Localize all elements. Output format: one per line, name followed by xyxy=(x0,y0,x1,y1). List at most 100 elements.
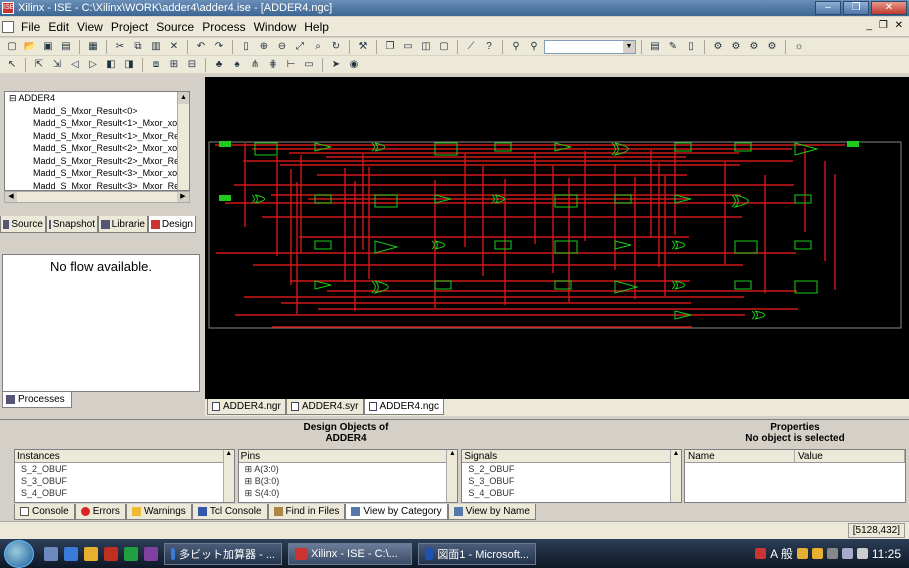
tab-snapshot[interactable]: Snapshot xyxy=(46,216,98,233)
list-item[interactable]: S_4_OBUF xyxy=(462,487,681,499)
zoom-area-icon[interactable]: ⌕ xyxy=(310,39,326,54)
signals-list[interactable]: Signals S_2_OBUF S_3_OBUF S_4_OBUF ▲ xyxy=(461,449,683,503)
expand-icon[interactable]: ⊞ xyxy=(166,57,182,72)
task-word[interactable]: 図面1 - Microsoft... xyxy=(418,542,536,565)
bus-icon[interactable]: ⋔ xyxy=(247,57,263,72)
tree-item[interactable]: Madd_S_Mxor_Result<2>_Mxor_xor xyxy=(5,142,189,155)
ie-icon[interactable] xyxy=(64,546,78,561)
tree-item[interactable]: Madd_S_Mxor_Result<1>_Mxor_xor xyxy=(5,117,189,130)
tree-item[interactable]: Madd_S_Mxor_Result<3>_Mxor_Res xyxy=(5,180,189,191)
folder-icon[interactable] xyxy=(84,546,98,561)
start-button[interactable] xyxy=(4,539,34,568)
zoom-fit-icon[interactable]: ⤢ xyxy=(292,39,308,54)
tray-app-icon[interactable] xyxy=(811,548,823,559)
tab-adder4-ngr[interactable]: ADDER4.ngr xyxy=(207,399,286,415)
print-icon[interactable]: ▦ xyxy=(85,39,101,54)
menu-process[interactable]: Process xyxy=(198,20,249,34)
maximize-button[interactable]: ❐ xyxy=(843,1,869,15)
tree-item[interactable]: Madd_S_Mxor_Result<3>_Mxor_xor xyxy=(5,167,189,180)
tile-h-icon[interactable]: ▭ xyxy=(400,39,416,54)
prop-icon[interactable]: ▤ xyxy=(647,39,663,54)
tab-console[interactable]: Console xyxy=(14,504,75,520)
tree-root-adder4[interactable]: ⊟ ADDER4 xyxy=(5,92,189,105)
cascade-icon[interactable]: ❐ xyxy=(382,39,398,54)
tree-item[interactable]: Madd_S_Mxor_Result<0> xyxy=(5,105,189,118)
wire-icon[interactable]: ⟋ xyxy=(463,39,479,54)
work-icon[interactable] xyxy=(104,546,118,561)
tab-libraries[interactable]: Librarie xyxy=(98,216,148,233)
doc-icon[interactable]: ▯ xyxy=(238,39,254,54)
tile-v-icon[interactable]: ◫ xyxy=(418,39,434,54)
minimize-button[interactable]: – xyxy=(815,1,841,15)
tree-item[interactable]: Madd_S_Mxor_Result<1>_Mxor_Res xyxy=(5,130,189,143)
menu-project[interactable]: Project xyxy=(107,20,152,34)
tab-adder4-ngc[interactable]: ADDER4.ngc xyxy=(363,399,444,415)
undo-icon[interactable]: ↶ xyxy=(193,39,209,54)
select-icon[interactable]: ↖ xyxy=(4,57,20,72)
pins-scrollbar[interactable]: ▲ xyxy=(446,450,458,502)
new-icon[interactable]: ▢ xyxy=(4,39,20,54)
instances-scrollbar[interactable]: ▲ xyxy=(222,450,234,502)
antivirus-icon[interactable] xyxy=(755,548,767,559)
cut-icon[interactable]: ✂ xyxy=(112,39,128,54)
scroll-left-icon[interactable]: ◀ xyxy=(5,192,17,202)
tab-errors[interactable]: Errors xyxy=(74,504,126,520)
tab-adder4-syr[interactable]: ADDER4.syr xyxy=(285,399,364,415)
box-icon[interactable]: ▭ xyxy=(301,57,317,72)
tree-vertical-scrollbar[interactable]: ▲ xyxy=(177,92,189,190)
zoom-out-icon[interactable]: ⊖ xyxy=(274,39,290,54)
schematic-drawing[interactable] xyxy=(205,77,909,399)
properties-value-header[interactable]: Value xyxy=(795,450,905,462)
pop-icon[interactable]: ⇲ xyxy=(49,57,65,72)
close-button[interactable]: ✕ xyxy=(871,1,907,15)
list-item[interactable]: S_2_OBUF xyxy=(15,463,234,475)
redo-icon[interactable]: ↷ xyxy=(211,39,227,54)
search-combo[interactable]: ▼ xyxy=(544,39,636,54)
menu-help[interactable]: Help xyxy=(300,20,333,34)
scroll-up-icon[interactable]: ▲ xyxy=(178,92,189,104)
chevron-down-icon[interactable]: ▼ xyxy=(623,40,635,53)
list-item[interactable]: S_4_OBUF xyxy=(15,487,234,499)
pin-icon[interactable]: ⊢ xyxy=(283,57,299,72)
tree2-icon[interactable]: ♠ xyxy=(229,57,245,72)
list-item[interactable]: S_3_OBUF xyxy=(15,475,234,487)
save-all-icon[interactable]: ▤ xyxy=(58,39,74,54)
menu-source[interactable]: Source xyxy=(152,20,198,34)
window-icon[interactable]: ▢ xyxy=(436,39,452,54)
tab-warnings[interactable]: Warnings xyxy=(125,504,192,520)
doc2-icon[interactable]: ▯ xyxy=(683,39,699,54)
menu-edit[interactable]: Edit xyxy=(44,20,73,34)
task-xilinx[interactable]: Xilinx - ISE - C:\... xyxy=(288,542,412,565)
task-browser[interactable]: 多ビット加算器 - ... xyxy=(164,542,282,565)
pins-list[interactable]: Pins ⊞ A(3:0) ⊞ B(3:0) ⊞ S(4:0) ▲ xyxy=(237,449,459,503)
list-item[interactable]: S_2_OBUF xyxy=(462,463,681,475)
tray-app-icon[interactable] xyxy=(796,548,808,559)
volume-icon[interactable] xyxy=(856,548,868,559)
signals-scrollbar[interactable]: ▲ xyxy=(670,450,682,502)
back-icon[interactable]: ◁ xyxy=(67,57,83,72)
next-icon[interactable]: ◨ xyxy=(121,57,137,72)
delete-icon[interactable]: ✕ xyxy=(166,39,182,54)
instances-list[interactable]: Instances S_2_OBUF S_3_OBUF S_4_OBUF ▲ xyxy=(14,449,235,503)
find-icon[interactable]: ⚲ xyxy=(508,39,524,54)
menu-file[interactable]: File xyxy=(17,20,44,34)
fwd-icon[interactable]: ▷ xyxy=(85,57,101,72)
run-icon[interactable]: ➤ xyxy=(328,57,344,72)
gear-icon[interactable]: ⚙ xyxy=(710,39,726,54)
menu-view[interactable]: View xyxy=(73,20,107,34)
zoom-in-icon[interactable]: ⊕ xyxy=(256,39,272,54)
list-item[interactable]: ⊞ S(4:0) xyxy=(239,487,458,499)
edit-icon[interactable]: ✎ xyxy=(665,39,681,54)
media-icon[interactable] xyxy=(144,546,158,561)
paste-icon[interactable]: ▥ xyxy=(148,39,164,54)
find-next-icon[interactable]: ⚲ xyxy=(526,39,542,54)
tree-horizontal-scrollbar[interactable]: ◀ ▶ xyxy=(4,191,190,203)
mdi-controls[interactable]: _ ❐ ✕ xyxy=(867,20,905,31)
list-item[interactable]: S_3_OBUF xyxy=(462,475,681,487)
properties-name-header[interactable]: Name xyxy=(685,450,795,462)
gear4-icon[interactable]: ⚙ xyxy=(764,39,780,54)
gear3-icon[interactable]: ⚙ xyxy=(746,39,762,54)
tab-view-by-name[interactable]: View by Name xyxy=(447,504,536,520)
list-item[interactable]: ⊞ A(3:0) xyxy=(239,463,458,475)
globe-icon[interactable]: ◉ xyxy=(346,57,362,72)
